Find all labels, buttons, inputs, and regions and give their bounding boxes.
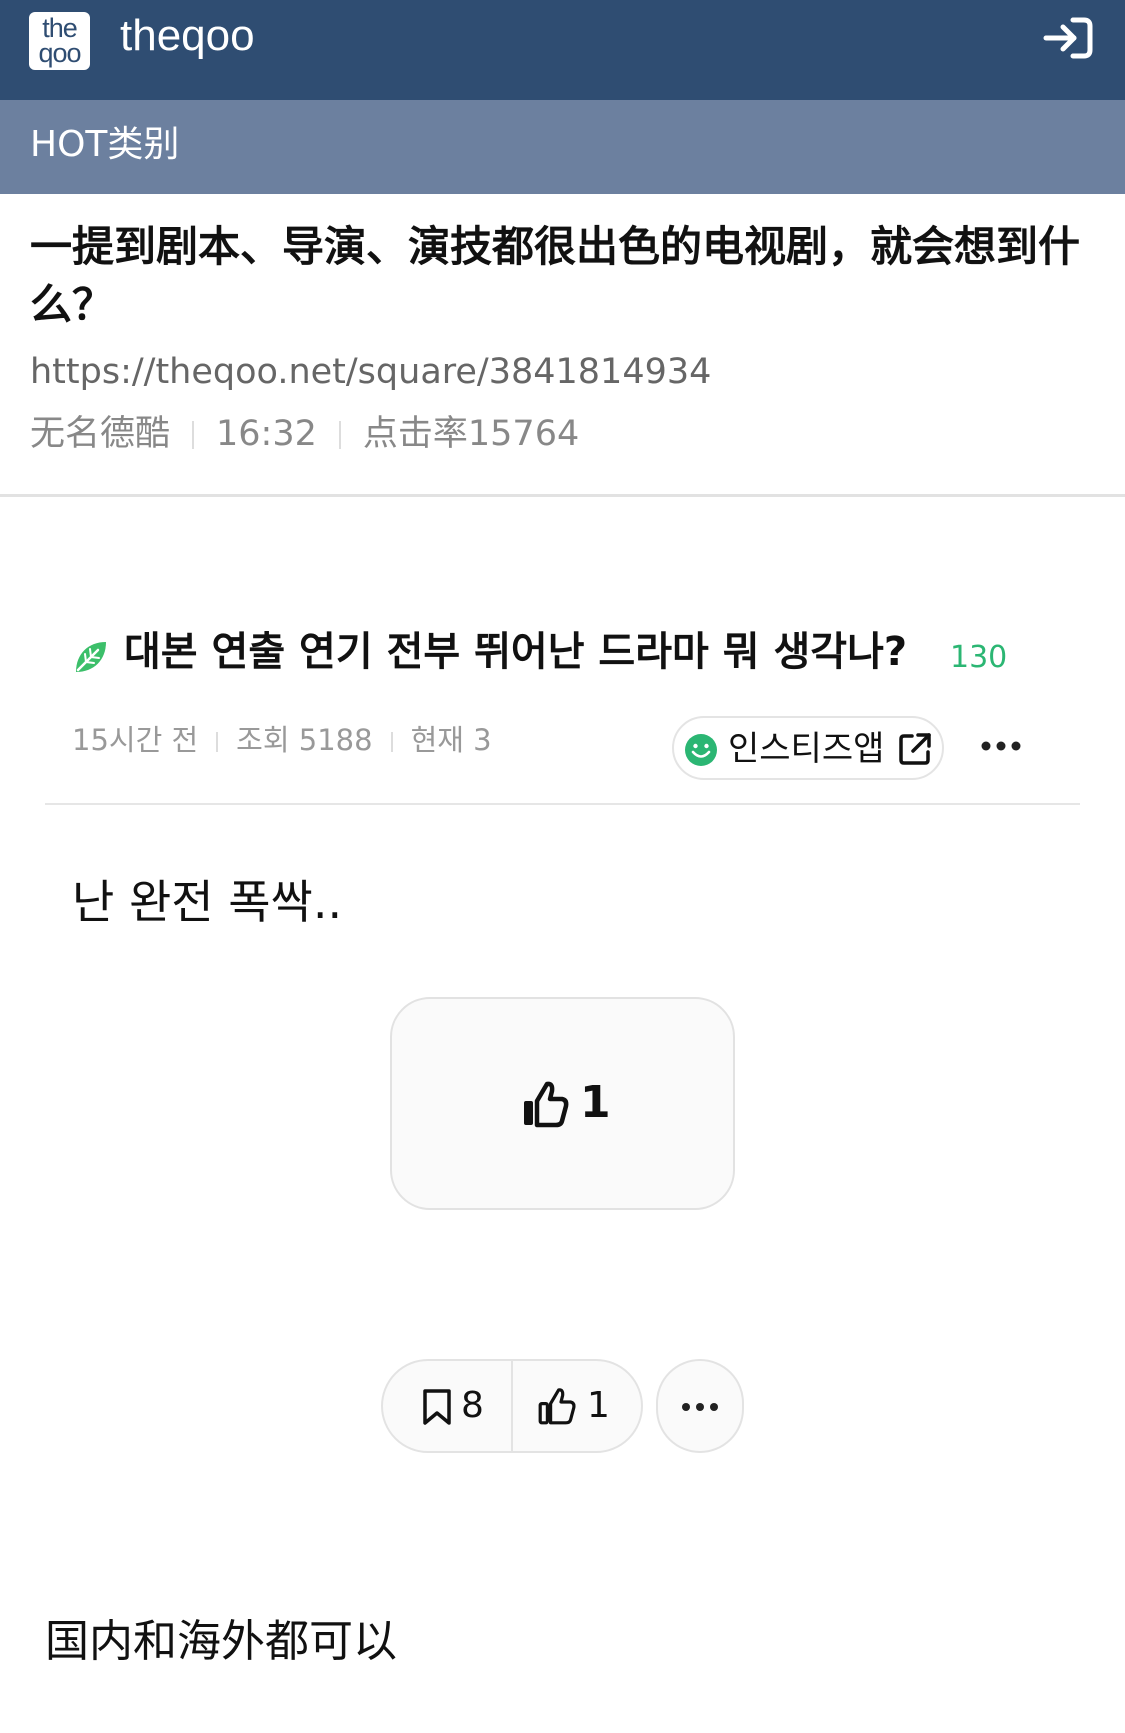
app-button-label: 인스티즈앱 bbox=[728, 729, 885, 769]
post-body-text: 난 완전 폭싹.. bbox=[72, 875, 343, 929]
leaf-icon bbox=[76, 642, 106, 672]
meta-separator bbox=[192, 421, 195, 449]
more-options-icon[interactable] bbox=[980, 736, 1022, 756]
article-note-text: 国内和海外都可以 bbox=[45, 1616, 397, 1667]
post-divider bbox=[45, 803, 1080, 805]
comment-count[interactable]: 130 bbox=[950, 638, 1007, 678]
thumbs-up-icon bbox=[524, 1081, 569, 1128]
category-bar: HOT类别 bbox=[0, 100, 1125, 194]
article-time: 16:32 bbox=[216, 414, 317, 454]
post-current-viewers: 현재 3 bbox=[410, 723, 492, 757]
meta-separator bbox=[216, 732, 219, 752]
post-time-ago: 15시간 전 bbox=[72, 723, 199, 757]
brand-name[interactable]: theqoo bbox=[120, 10, 255, 62]
bookmark-count: 8 bbox=[461, 1385, 484, 1426]
thumbs-up-icon bbox=[538, 1388, 576, 1425]
embedded-post-meta: 15시간 전 조회 5188 현재 3 bbox=[72, 720, 492, 760]
like-count: 1 bbox=[580, 1077, 611, 1128]
article-meta: 无名德酷 16:32 点击率15764 bbox=[30, 412, 579, 456]
instiz-app-button[interactable]: 인스티즈앱 bbox=[672, 716, 944, 780]
login-arrow-icon bbox=[1043, 17, 1093, 59]
more-actions-button[interactable] bbox=[656, 1359, 744, 1453]
post-action-bar: 8 1 bbox=[381, 1359, 643, 1453]
category-label[interactable]: HOT类别 bbox=[30, 122, 179, 168]
bookmark-button[interactable]: 8 bbox=[383, 1361, 511, 1451]
like-count-small: 1 bbox=[587, 1385, 610, 1426]
header-divider bbox=[0, 494, 1125, 497]
meta-separator bbox=[338, 421, 341, 449]
smiley-icon bbox=[685, 734, 717, 766]
login-button[interactable] bbox=[1040, 12, 1096, 64]
like-button[interactable]: 1 bbox=[390, 997, 735, 1210]
article-views: 点击率15764 bbox=[362, 414, 580, 454]
embedded-post-title[interactable]: 대본 연출 연기 전부 뛰어난 드라마 뭐 생각나? bbox=[124, 624, 907, 680]
like-small-button[interactable]: 1 bbox=[513, 1361, 641, 1451]
external-link-icon bbox=[899, 733, 931, 765]
bookmark-icon bbox=[423, 1389, 451, 1425]
article-source-url[interactable]: https://theqoo.net/square/3841814934 bbox=[30, 350, 711, 394]
meta-separator bbox=[390, 732, 393, 752]
more-options-icon bbox=[682, 1403, 718, 1411]
top-bar: the qoo theqoo bbox=[0, 0, 1125, 100]
logo-text-line2: qoo bbox=[38, 38, 81, 68]
article-author: 无名德酷 bbox=[30, 414, 171, 454]
post-views: 조회 5188 bbox=[236, 723, 373, 757]
theqoo-logo[interactable]: the qoo bbox=[29, 12, 90, 70]
article-title: 一提到剧本、导演、演技都很出色的电视剧，就会想到什么？ bbox=[30, 222, 1081, 329]
